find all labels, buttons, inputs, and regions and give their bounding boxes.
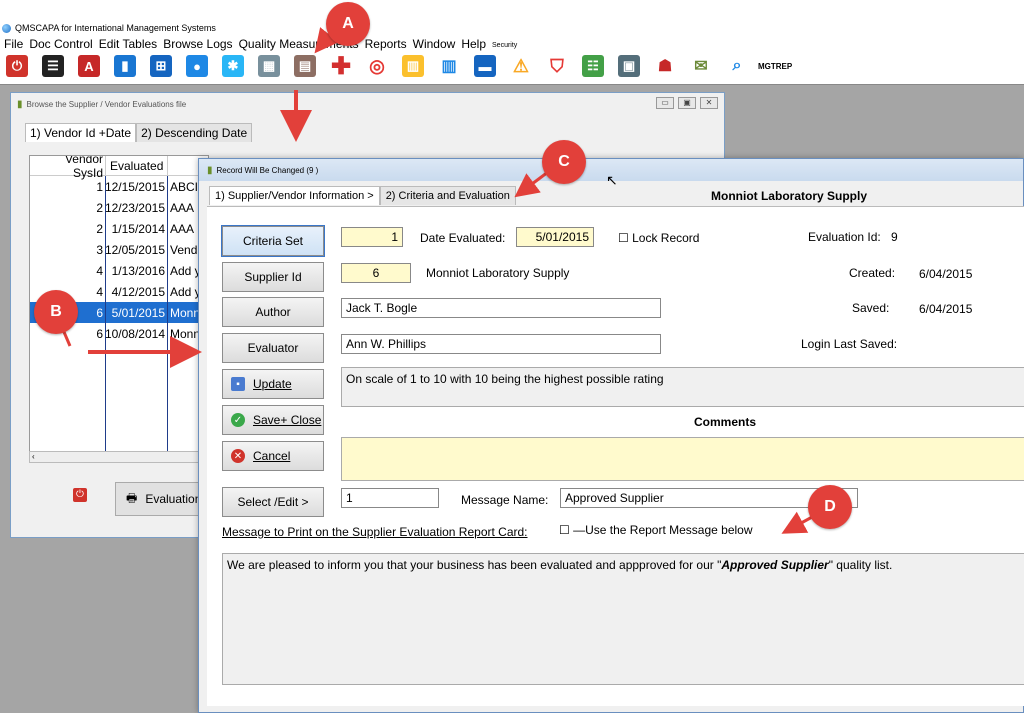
callout-a: A (326, 2, 370, 46)
callout-d: D (808, 485, 852, 529)
arrow-b (62, 331, 72, 347)
mouse-cursor-icon: ↖ (606, 172, 618, 188)
annotation-arrows (62, 23, 815, 534)
app-window: QMSCAPA for International Management Sys… (0, 0, 1024, 713)
callout-b: B (34, 290, 78, 334)
arrow-c (514, 170, 549, 198)
callout-c: C (542, 140, 586, 184)
